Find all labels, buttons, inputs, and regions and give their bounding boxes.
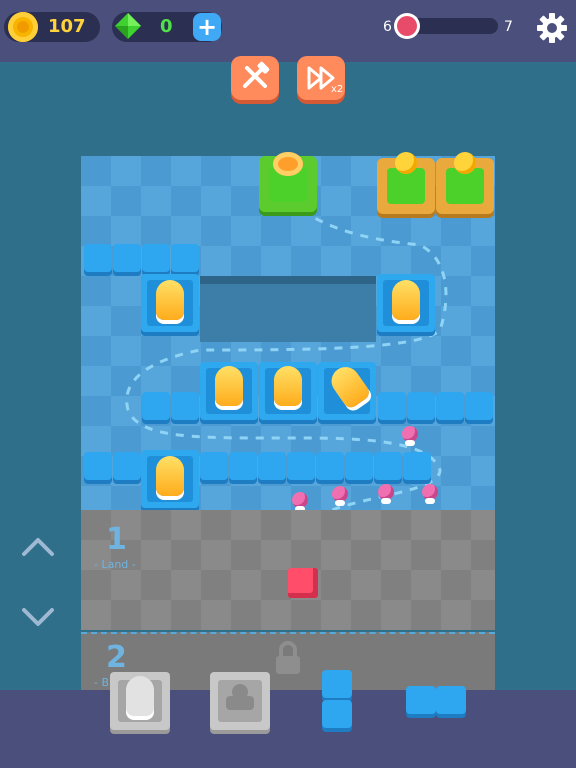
tower-preview <box>126 676 154 716</box>
turret-base <box>226 696 254 710</box>
wall-block <box>345 452 373 480</box>
cannon-tower[interactable] <box>274 366 302 406</box>
wall-block <box>229 452 257 480</box>
cannon-tower[interactable] <box>156 280 184 320</box>
wall-block <box>200 452 228 480</box>
wall-block <box>142 392 170 420</box>
wall-block <box>171 244 199 272</box>
wall-block <box>316 452 344 480</box>
enemy <box>378 484 394 504</box>
zone-number: 2 <box>106 640 127 675</box>
wall-block <box>142 244 170 272</box>
wall-block <box>374 452 402 480</box>
scroll-down-icon[interactable] <box>20 604 56 630</box>
crystal-icon <box>288 568 318 598</box>
spawn-portal-icon <box>273 152 303 176</box>
wall-block <box>287 452 315 480</box>
zone-number: 1 <box>106 522 127 557</box>
wall-block <box>407 392 435 420</box>
gold-orb-icon <box>395 152 417 174</box>
enemy <box>332 486 348 506</box>
wall-block <box>465 392 493 420</box>
wall-block <box>113 452 141 480</box>
wall-block <box>84 452 112 480</box>
gold-orb-icon <box>454 152 476 174</box>
zone-label: - Land - <box>94 558 136 571</box>
lock-icon <box>276 641 300 674</box>
cannon-tower[interactable] <box>215 366 243 406</box>
build-tray <box>0 690 576 768</box>
enemy <box>402 426 418 446</box>
wall-block <box>258 452 286 480</box>
cannon-tower[interactable] <box>392 280 420 320</box>
zone-label: - B <box>94 676 110 689</box>
wall-block <box>436 392 464 420</box>
scroll-up-icon[interactable] <box>20 534 56 560</box>
enemy <box>422 484 438 504</box>
cannon-tower[interactable] <box>156 456 184 496</box>
enemy <box>292 492 308 512</box>
wall-block <box>171 392 199 420</box>
wall-block <box>403 452 431 480</box>
wall-block <box>84 244 112 272</box>
wall-block <box>113 244 141 272</box>
wall-block <box>378 392 406 420</box>
